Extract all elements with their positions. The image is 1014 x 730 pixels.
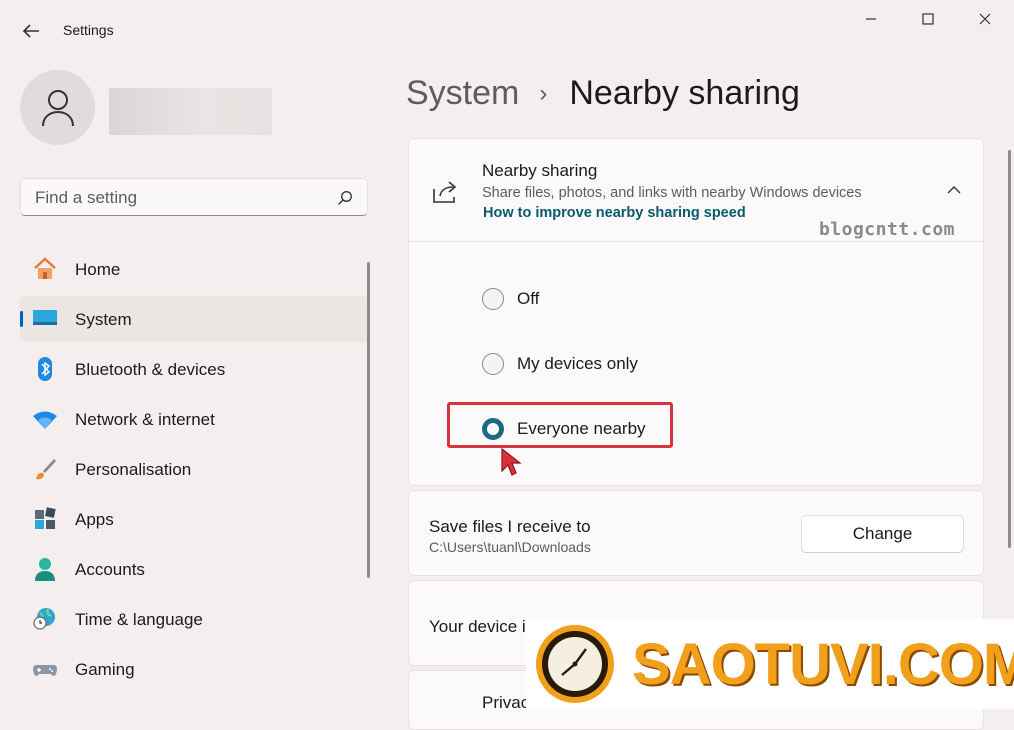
search-box[interactable] [20, 178, 368, 216]
share-icon [433, 181, 457, 203]
sidebar-nav: Home System Bluetooth & devices Network … [20, 246, 370, 696]
home-icon [34, 257, 56, 279]
option-label: My devices only [517, 354, 638, 373]
highlight-box [447, 402, 673, 448]
brand-watermark: SAOTUVI.COM [526, 619, 1014, 709]
nearby-sharing-description: Share files, photos, and links with near… [482, 185, 862, 201]
sidebar-item-gaming[interactable]: Gaming [20, 646, 370, 692]
sidebar-item-system[interactable]: System [20, 296, 370, 342]
improve-speed-link[interactable]: How to improve nearby sharing speed [483, 205, 746, 221]
system-icon [33, 310, 57, 325]
device-setting-text: Your device i [429, 617, 526, 636]
sidebar-item-bluetooth[interactable]: Bluetooth & devices [20, 346, 370, 392]
sidebar-item-label: Personalisation [75, 460, 192, 479]
apps-icon [35, 507, 56, 529]
sidebar-item-network[interactable]: Network & internet [20, 396, 370, 442]
minimize-button[interactable] [858, 8, 884, 30]
active-indicator [20, 311, 23, 327]
close-button[interactable] [972, 8, 998, 30]
maximize-icon [922, 13, 934, 25]
maximize-button[interactable] [915, 8, 941, 30]
sidebar-item-label: Accounts [75, 560, 145, 579]
sidebar-item-time-language[interactable]: Time & language [20, 596, 370, 642]
radio-my-devices[interactable] [482, 353, 504, 375]
breadcrumb-parent[interactable]: System [406, 74, 519, 113]
sidebar-scrollbar[interactable] [367, 262, 370, 578]
accounts-icon [35, 558, 55, 581]
sidebar-item-label: Time & language [75, 610, 203, 629]
title-bar: Settings [0, 0, 1014, 62]
sidebar-item-accounts[interactable]: Accounts [20, 546, 370, 592]
sidebar-item-apps[interactable]: Apps [20, 496, 370, 542]
clock-logo-icon [536, 625, 614, 703]
breadcrumb: System › Nearby sharing [406, 74, 800, 113]
sidebar-item-label: Bluetooth & devices [75, 360, 226, 379]
brush-icon [36, 459, 56, 480]
gaming-icon [33, 665, 57, 676]
app-title: Settings [63, 22, 114, 38]
nearby-sharing-options: Off My devices only Everyone nearby [408, 241, 984, 486]
mouse-cursor-icon [501, 447, 522, 476]
minimize-icon [866, 18, 876, 20]
sidebar-item-label: System [75, 310, 132, 329]
content-scrollbar[interactable] [1008, 150, 1011, 548]
back-arrow-icon [22, 24, 39, 38]
wifi-icon [33, 411, 57, 429]
save-files-setting: Save files I receive to C:\Users\tuanl\D… [408, 490, 984, 576]
change-button[interactable]: Change [801, 515, 964, 553]
sidebar-item-label: Apps [75, 510, 114, 529]
search-icon[interactable] [337, 190, 353, 206]
breadcrumb-separator: › [539, 79, 548, 107]
bluetooth-icon [38, 357, 52, 381]
blurred-username [109, 88, 272, 135]
sidebar-item-label: Home [75, 260, 121, 279]
blog-watermark: blogcntt.com [818, 219, 955, 240]
sidebar-item-label: Gaming [75, 660, 135, 679]
person-icon [41, 89, 74, 126]
close-icon [979, 13, 991, 25]
sidebar-item-home[interactable]: Home [20, 246, 370, 292]
brand-text: SAOTUVI.COM [632, 632, 1014, 697]
privacy-setting-text: Privac [482, 693, 530, 712]
nearby-sharing-title: Nearby sharing [482, 161, 598, 180]
option-off[interactable]: Off [482, 284, 539, 314]
back-button[interactable] [20, 20, 42, 42]
option-my-devices[interactable]: My devices only [482, 349, 638, 379]
time-language-icon [33, 608, 55, 630]
page-title: Nearby sharing [569, 74, 800, 112]
search-input[interactable] [33, 187, 327, 209]
option-label: Off [517, 289, 540, 308]
radio-off[interactable] [482, 288, 504, 310]
chevron-up-icon[interactable] [945, 181, 963, 199]
save-files-title: Save files I receive to [429, 517, 591, 536]
save-files-path: C:\Users\tuanl\Downloads [429, 539, 591, 555]
avatar[interactable] [20, 70, 95, 145]
sidebar-item-personalisation[interactable]: Personalisation [20, 446, 370, 492]
nearby-sharing-header[interactable]: Nearby sharing Share files, photos, and … [408, 138, 984, 242]
sidebar-item-label: Network & internet [75, 410, 215, 429]
